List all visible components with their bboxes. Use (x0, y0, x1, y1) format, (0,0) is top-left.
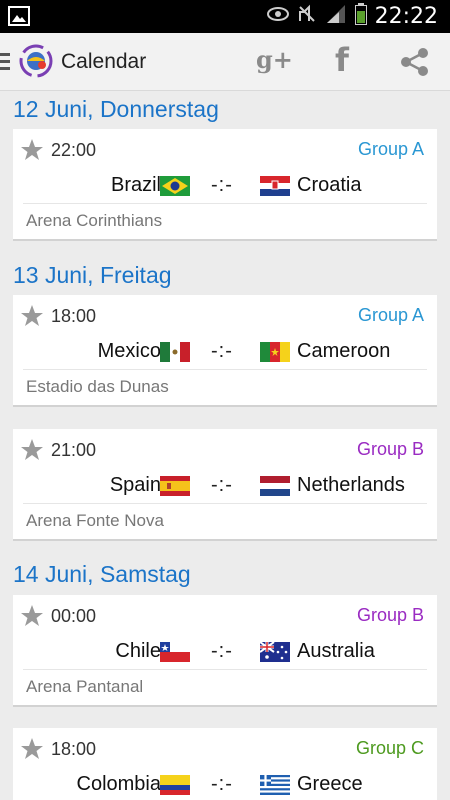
away-team: Croatia (297, 174, 362, 196)
mexico-flag-icon (160, 342, 190, 362)
google-plus-icon[interactable]: g+ (256, 45, 293, 74)
match-score: -:- (211, 174, 233, 196)
match-group: Group B (356, 439, 424, 459)
signal-icon (325, 4, 347, 29)
facebook-icon[interactable]: f (335, 41, 349, 79)
match-card[interactable]: 18:00 Group C Colombia -:- Greece (13, 728, 437, 800)
status-time: 22:22 (374, 4, 438, 29)
star-icon[interactable] (20, 737, 44, 761)
star-icon[interactable] (20, 604, 44, 628)
home-team: Mexico (97, 340, 161, 362)
status-bar: 22:22 (0, 0, 450, 33)
croatia-flag-icon (260, 176, 290, 196)
match-score: -:- (211, 474, 233, 496)
star-icon[interactable] (20, 438, 44, 462)
cameroon-flag-icon (260, 342, 290, 362)
star-icon[interactable] (20, 138, 44, 162)
brazil-flag-icon (160, 176, 190, 196)
day-header: 14 Juni, Samstag (13, 561, 191, 587)
greece-flag-icon (260, 775, 290, 795)
match-time: 21:00 (51, 440, 97, 460)
match-group: Group B (356, 605, 424, 625)
match-card[interactable]: 18:00 Group A Mexico -:- Cameroon Estadi… (13, 295, 437, 407)
battery-icon (354, 3, 367, 30)
divider (23, 503, 427, 504)
match-score: -:- (211, 340, 233, 362)
home-team: Brazil (110, 174, 161, 196)
home-team: Spain (109, 474, 161, 496)
eye-icon (266, 7, 289, 26)
day-header: 13 Juni, Freitag (13, 262, 172, 288)
australia-flag-icon (259, 641, 290, 662)
match-group: Group A (357, 139, 424, 159)
spain-flag-icon (160, 476, 190, 496)
netherlands-flag-icon (260, 476, 290, 496)
match-time: 00:00 (51, 606, 97, 626)
match-venue: Arena Pantanal (26, 677, 144, 696)
away-team: Netherlands (297, 474, 405, 496)
match-time: 18:00 (51, 739, 97, 759)
match-score: -:- (211, 773, 233, 795)
away-team: Greece (297, 773, 363, 795)
colombia-flag-icon (160, 775, 190, 795)
match-time: 18:00 (51, 306, 97, 326)
action-bar: Calendar g+ f (0, 33, 450, 91)
away-team: Cameroon (297, 340, 391, 362)
match-time: 22:00 (51, 140, 97, 160)
divider (23, 669, 427, 670)
match-card[interactable]: 22:00 Group A Brazil -:- Croatia Arena C… (13, 129, 437, 241)
mute-icon (297, 4, 317, 29)
match-venue: Arena Fonte Nova (26, 511, 164, 530)
match-group: Group C (355, 738, 424, 758)
home-team: Chile (115, 640, 161, 662)
star-icon[interactable] (20, 304, 44, 328)
chile-flag-icon (160, 642, 190, 662)
match-group: Group A (357, 305, 424, 325)
divider (23, 369, 427, 370)
day-header: 12 Juni, Donnerstag (13, 96, 219, 122)
divider (23, 203, 427, 204)
app-logo-icon[interactable] (18, 43, 54, 79)
match-venue: Estadio das Dunas (26, 377, 169, 396)
match-card[interactable]: 00:00 Group B Chile -:- Australia Arena … (13, 595, 437, 707)
image-icon (8, 6, 30, 31)
drawer-toggle-icon[interactable] (0, 53, 12, 74)
match-score: -:- (211, 640, 233, 662)
page-title: Calendar (61, 50, 147, 73)
match-list[interactable]: 12 Juni, Donnerstag 22:00 Group A Brazil… (0, 92, 450, 800)
match-venue: Arena Corinthians (26, 211, 163, 230)
share-icon[interactable] (399, 46, 431, 78)
away-team: Australia (297, 640, 375, 662)
match-card[interactable]: 21:00 Group B Spain -:- Netherlands Aren… (13, 429, 437, 541)
home-team: Colombia (76, 773, 161, 795)
